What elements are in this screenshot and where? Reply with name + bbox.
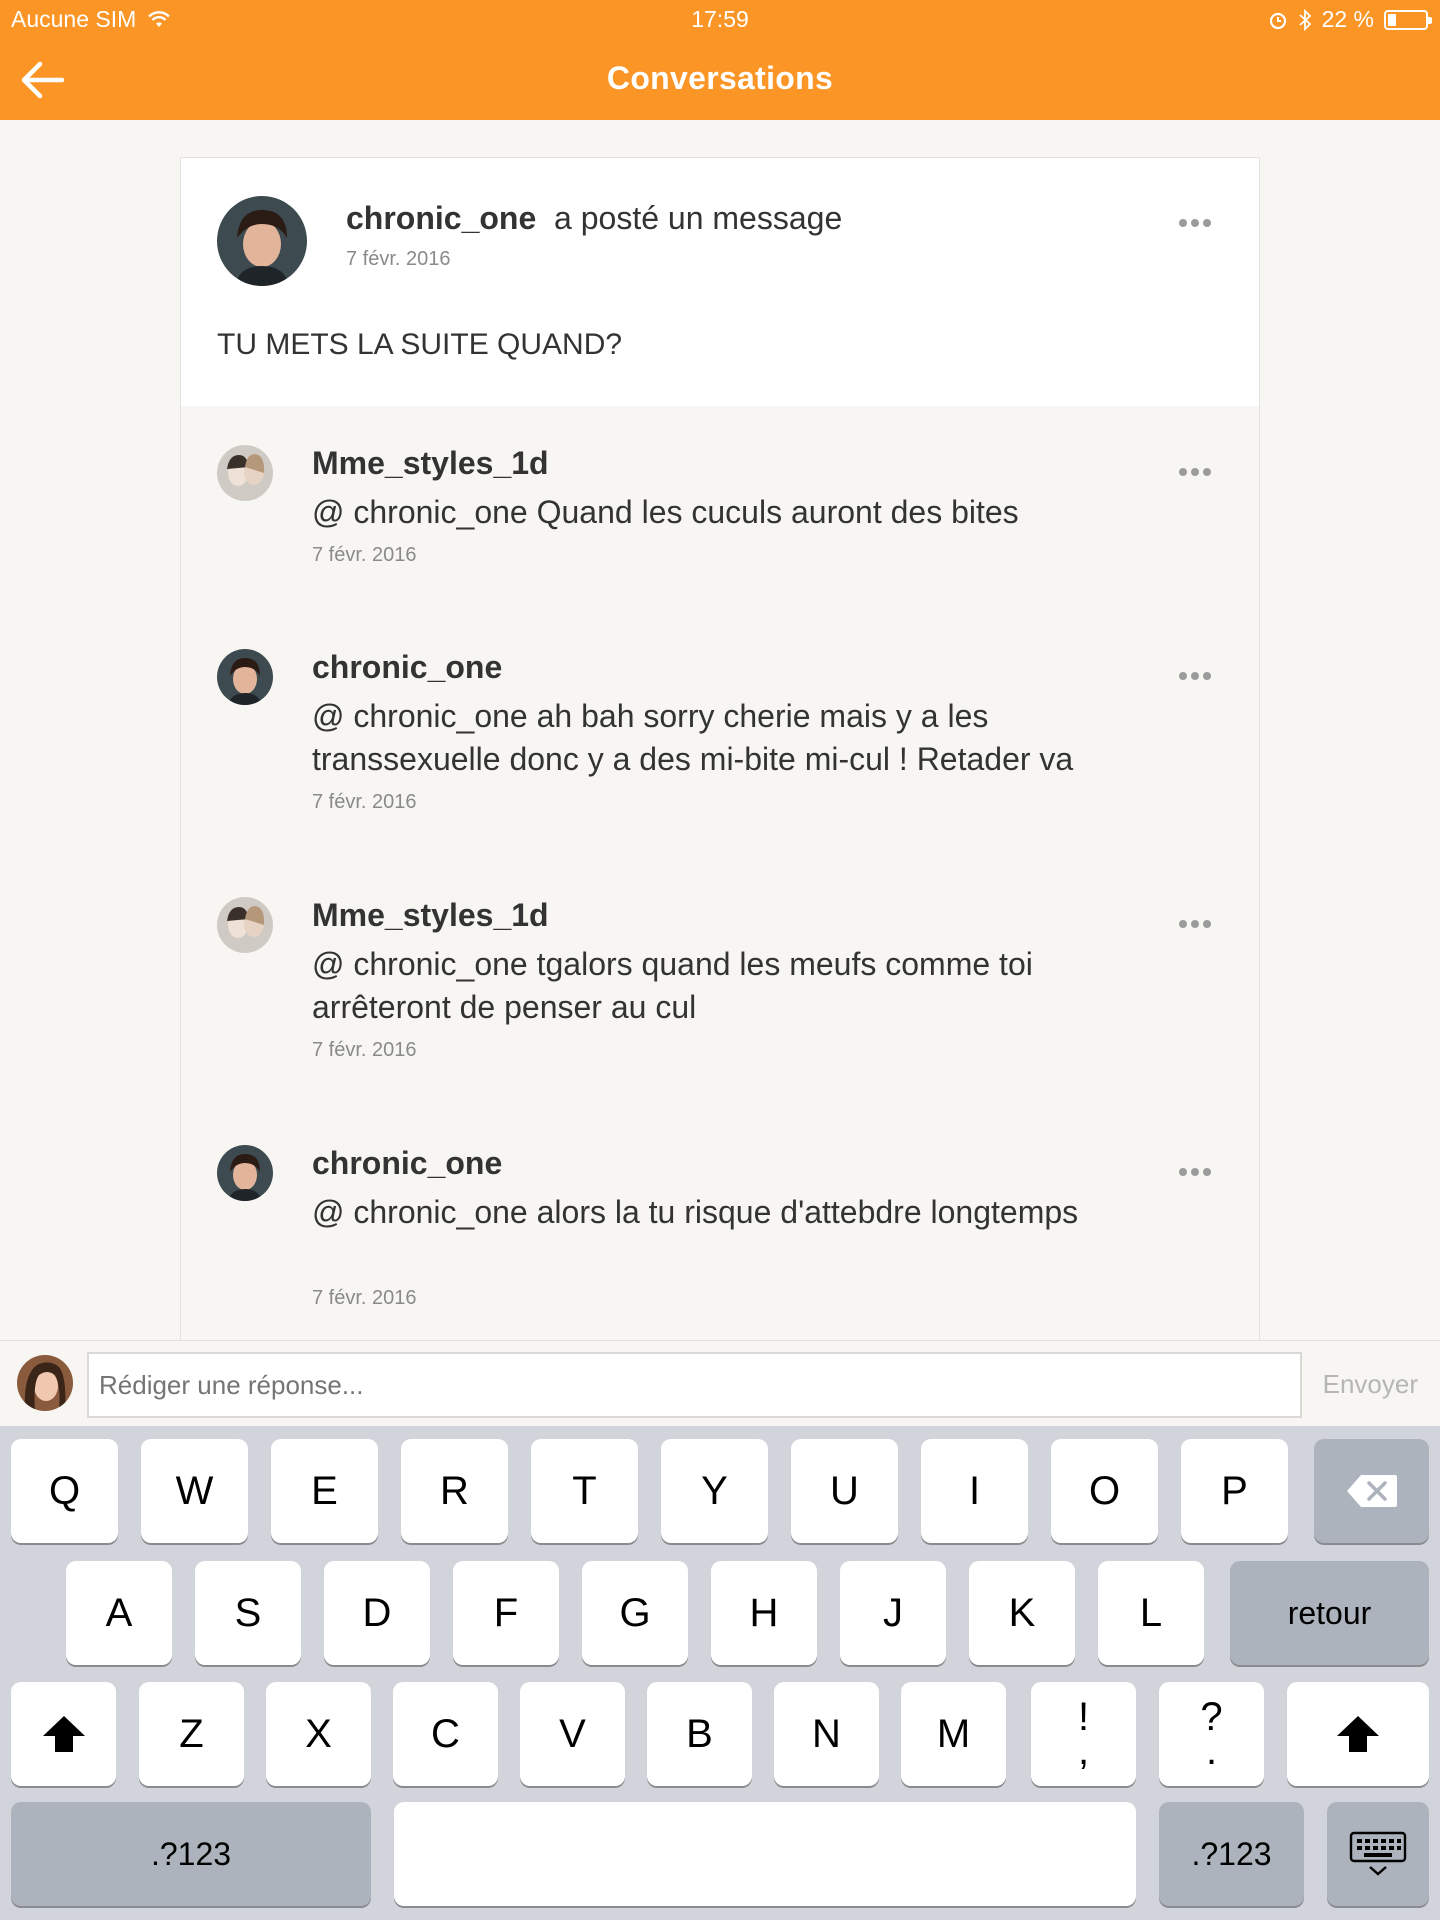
reply-author[interactable]: chronic_one xyxy=(312,649,502,686)
reply-author[interactable]: Mme_styles_1d xyxy=(312,897,549,934)
reply-input[interactable] xyxy=(87,1352,1302,1418)
key-m[interactable]: M xyxy=(901,1682,1006,1786)
post-date: 7 févr. 2016 xyxy=(346,248,451,270)
key-g[interactable]: G xyxy=(582,1561,688,1665)
page-title: Conversations xyxy=(606,60,834,96)
bluetooth-icon xyxy=(1298,8,1311,31)
more-options-icon[interactable] xyxy=(1179,214,1219,227)
shift-key-right[interactable] xyxy=(1287,1682,1429,1786)
key-s[interactable]: S xyxy=(195,1561,301,1665)
key-o[interactable]: O xyxy=(1051,1439,1158,1543)
key-w[interactable]: W xyxy=(141,1439,248,1543)
key-l[interactable]: L xyxy=(1098,1561,1204,1665)
reply-date: 7 févr. 2016 xyxy=(312,1039,417,1061)
reply-avatar[interactable] xyxy=(217,445,273,501)
backspace-icon xyxy=(1346,1475,1397,1507)
reply-date: 7 févr. 2016 xyxy=(312,544,417,566)
author-avatar[interactable] xyxy=(217,196,307,286)
key-comma-bottom: , xyxy=(1077,1729,1090,1773)
status-bar: Aucune SIM 17:59 22 % xyxy=(0,0,1440,40)
reply-text: @ chronic_one tgalors quand les meufs co… xyxy=(312,946,1033,1025)
conversation-card: chronic_one a posté un message 7 févr. 2… xyxy=(180,157,1260,1340)
key-exclamation[interactable]: ! , xyxy=(1031,1682,1136,1786)
numbers-key-right[interactable]: .?123 xyxy=(1159,1802,1304,1906)
key-question[interactable]: ? . xyxy=(1159,1682,1264,1786)
key-j[interactable]: J xyxy=(840,1561,946,1665)
status-time: 17:59 xyxy=(691,6,749,32)
user-avatar xyxy=(17,1355,73,1411)
key-k[interactable]: K xyxy=(969,1561,1075,1665)
key-c[interactable]: C xyxy=(393,1682,498,1786)
reply-date: 7 févr. 2016 xyxy=(312,791,417,813)
return-key[interactable]: retour xyxy=(1230,1561,1429,1665)
more-options-icon[interactable] xyxy=(1179,1163,1219,1176)
reply-text: @ chronic_one ah bah sorry cherie mais y… xyxy=(312,698,1074,777)
key-n[interactable]: N xyxy=(774,1682,879,1786)
key-d[interactable]: D xyxy=(324,1561,430,1665)
reply-author[interactable]: Mme_styles_1d xyxy=(312,445,549,482)
shift-key-left[interactable] xyxy=(11,1682,116,1786)
send-button[interactable]: Envoyer xyxy=(1323,1369,1418,1400)
reply-avatar[interactable] xyxy=(217,1145,273,1201)
key-y[interactable]: Y xyxy=(661,1439,768,1543)
alarm-icon xyxy=(1269,12,1286,29)
key-r[interactable]: R xyxy=(401,1439,508,1543)
backspace-key[interactable] xyxy=(1314,1439,1429,1543)
battery-percent: 22 % xyxy=(1321,6,1374,32)
post-message: TU METS LA SUITE QUAND? xyxy=(217,328,623,361)
key-e[interactable]: E xyxy=(271,1439,378,1543)
post-author[interactable]: chronic_one xyxy=(346,200,536,236)
key-t[interactable]: T xyxy=(531,1439,638,1543)
reply-author[interactable]: chronic_one xyxy=(312,1145,502,1182)
key-b[interactable]: B xyxy=(647,1682,752,1786)
key-v[interactable]: V xyxy=(520,1682,625,1786)
keyboard: Q W E R T Y U I O P A S D F G H J K L re… xyxy=(0,1426,1440,1920)
key-p[interactable]: P xyxy=(1181,1439,1288,1543)
reply-avatar[interactable] xyxy=(217,897,273,953)
top-bar: Aucune SIM 17:59 22 % Conversations xyxy=(0,0,1440,120)
key-u[interactable]: U xyxy=(791,1439,898,1543)
dismiss-keyboard-key[interactable] xyxy=(1327,1802,1429,1906)
shift-icon xyxy=(42,1716,85,1752)
keyboard-hide-icon xyxy=(1349,1831,1407,1876)
key-z[interactable]: Z xyxy=(139,1682,244,1786)
battery-icon xyxy=(1384,9,1432,30)
reply-avatar[interactable] xyxy=(217,649,273,705)
key-x[interactable]: X xyxy=(266,1682,371,1786)
key-q[interactable]: Q xyxy=(11,1439,118,1543)
key-h[interactable]: H xyxy=(711,1561,817,1665)
reply-composer: Envoyer xyxy=(0,1340,1440,1426)
shift-icon xyxy=(1337,1716,1379,1752)
key-f[interactable]: F xyxy=(453,1561,559,1665)
more-options-icon[interactable] xyxy=(1179,463,1219,476)
post-action: a posté un message xyxy=(554,200,843,236)
nav-bar: Conversations xyxy=(0,40,1440,120)
more-options-icon[interactable] xyxy=(1179,667,1219,680)
more-options-icon[interactable] xyxy=(1179,915,1219,928)
space-key[interactable] xyxy=(394,1802,1136,1906)
reply-text: @ chronic_one Quand les cuculs auront de… xyxy=(312,494,1019,530)
reply-date: 7 févr. 2016 xyxy=(312,1287,417,1309)
key-i[interactable]: I xyxy=(921,1439,1028,1543)
post-header: chronic_one a posté un message 7 févr. 2… xyxy=(181,158,1259,406)
numbers-key-left[interactable]: .?123 xyxy=(11,1802,371,1906)
reply-text: @ chronic_one alors la tu risque d'atteb… xyxy=(312,1194,1079,1230)
key-period-bottom: . xyxy=(1205,1729,1218,1773)
key-a[interactable]: A xyxy=(66,1561,172,1665)
